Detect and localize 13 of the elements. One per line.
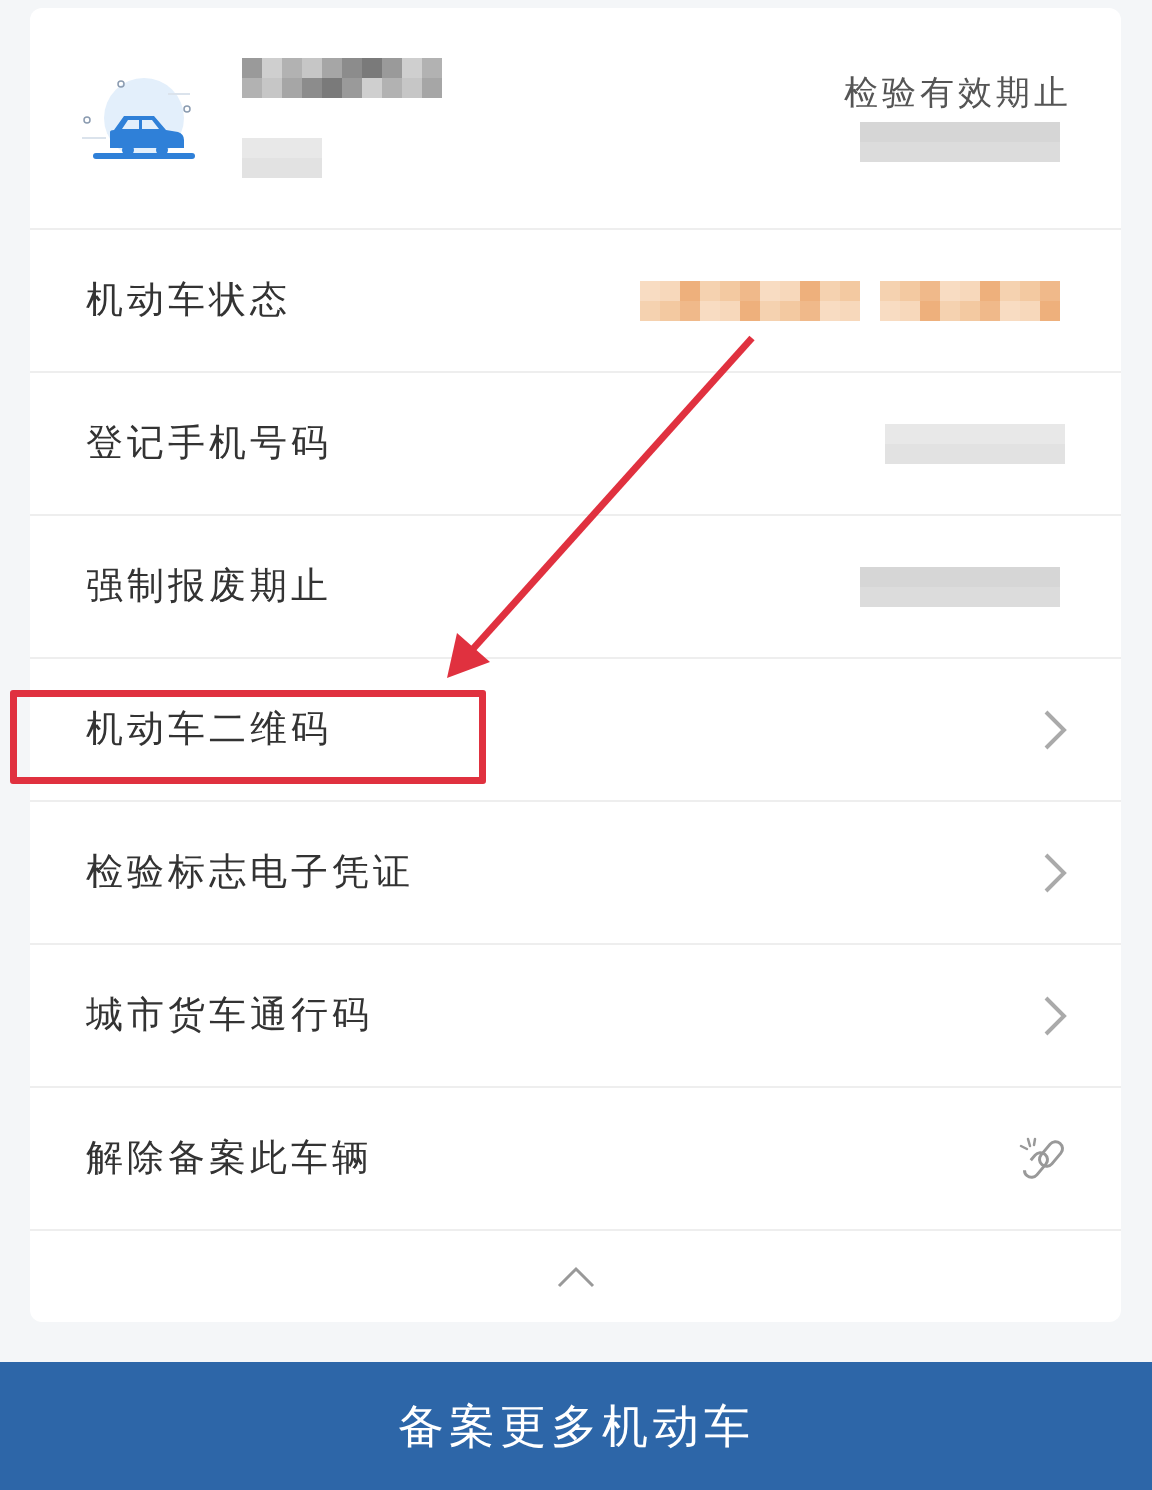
chevron-right-icon [1043,994,1067,1037]
list-item[interactable]: 机动车二维码 [30,659,1121,800]
field-label: 强制报废期止 [86,566,332,607]
list-item[interactable]: 检验标志电子凭证 [30,802,1121,943]
chevron-right-icon [1043,851,1067,894]
list-item[interactable]: 城市货车通行码 [30,945,1121,1086]
broken-link-icon [1019,1136,1067,1181]
expiry-label: 检验有效期止 [844,74,1072,112]
chevron-right-icon [1043,708,1067,751]
field-label: 登记手机号码 [86,423,332,464]
add-vehicle-button[interactable]: 备案更多机动车 [0,1362,1152,1490]
unbind-item[interactable]: 解除备案此车辆 [30,1088,1121,1229]
field-label: 机动车状态 [86,280,291,321]
